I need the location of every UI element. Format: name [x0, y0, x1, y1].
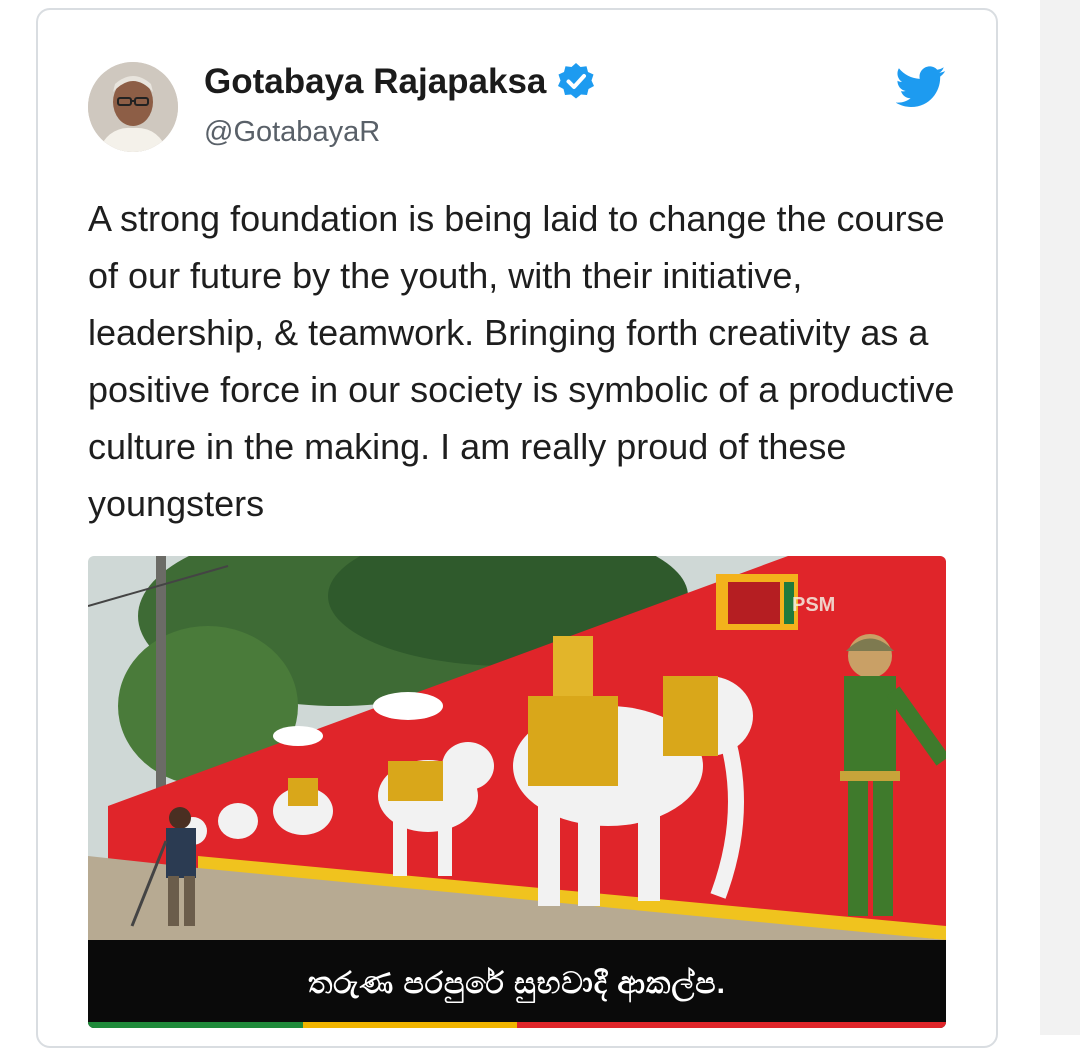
tweet-text[interactable]: A strong foundation is being laid to cha…: [88, 190, 968, 532]
verified-badge-icon: [556, 61, 596, 101]
scrollbar-track[interactable]: [1040, 0, 1080, 1035]
tweet-media-video[interactable]: PSM තරුණ පරපුරේ සුභවාදී ආකල්ප.: [88, 556, 946, 1028]
avatar[interactable]: [88, 62, 178, 152]
video-subtitle: තරුණ පරපුරේ සුභවාදී ආකල්ප.: [88, 940, 946, 1028]
author-name[interactable]: Gotabaya Rajapaksa: [204, 62, 546, 101]
author-handle[interactable]: @GotabayaR: [204, 116, 380, 149]
video-watermark: PSM: [792, 594, 836, 616]
twitter-bird-icon[interactable]: [895, 66, 946, 108]
author-name-row[interactable]: Gotabaya Rajapaksa: [204, 62, 596, 104]
avatar-image: [88, 62, 178, 152]
subtitle-text: තරුණ පරපුරේ සුභවාදී ආකල්ප.: [308, 967, 726, 1000]
video-progress-bar[interactable]: [88, 1022, 946, 1028]
